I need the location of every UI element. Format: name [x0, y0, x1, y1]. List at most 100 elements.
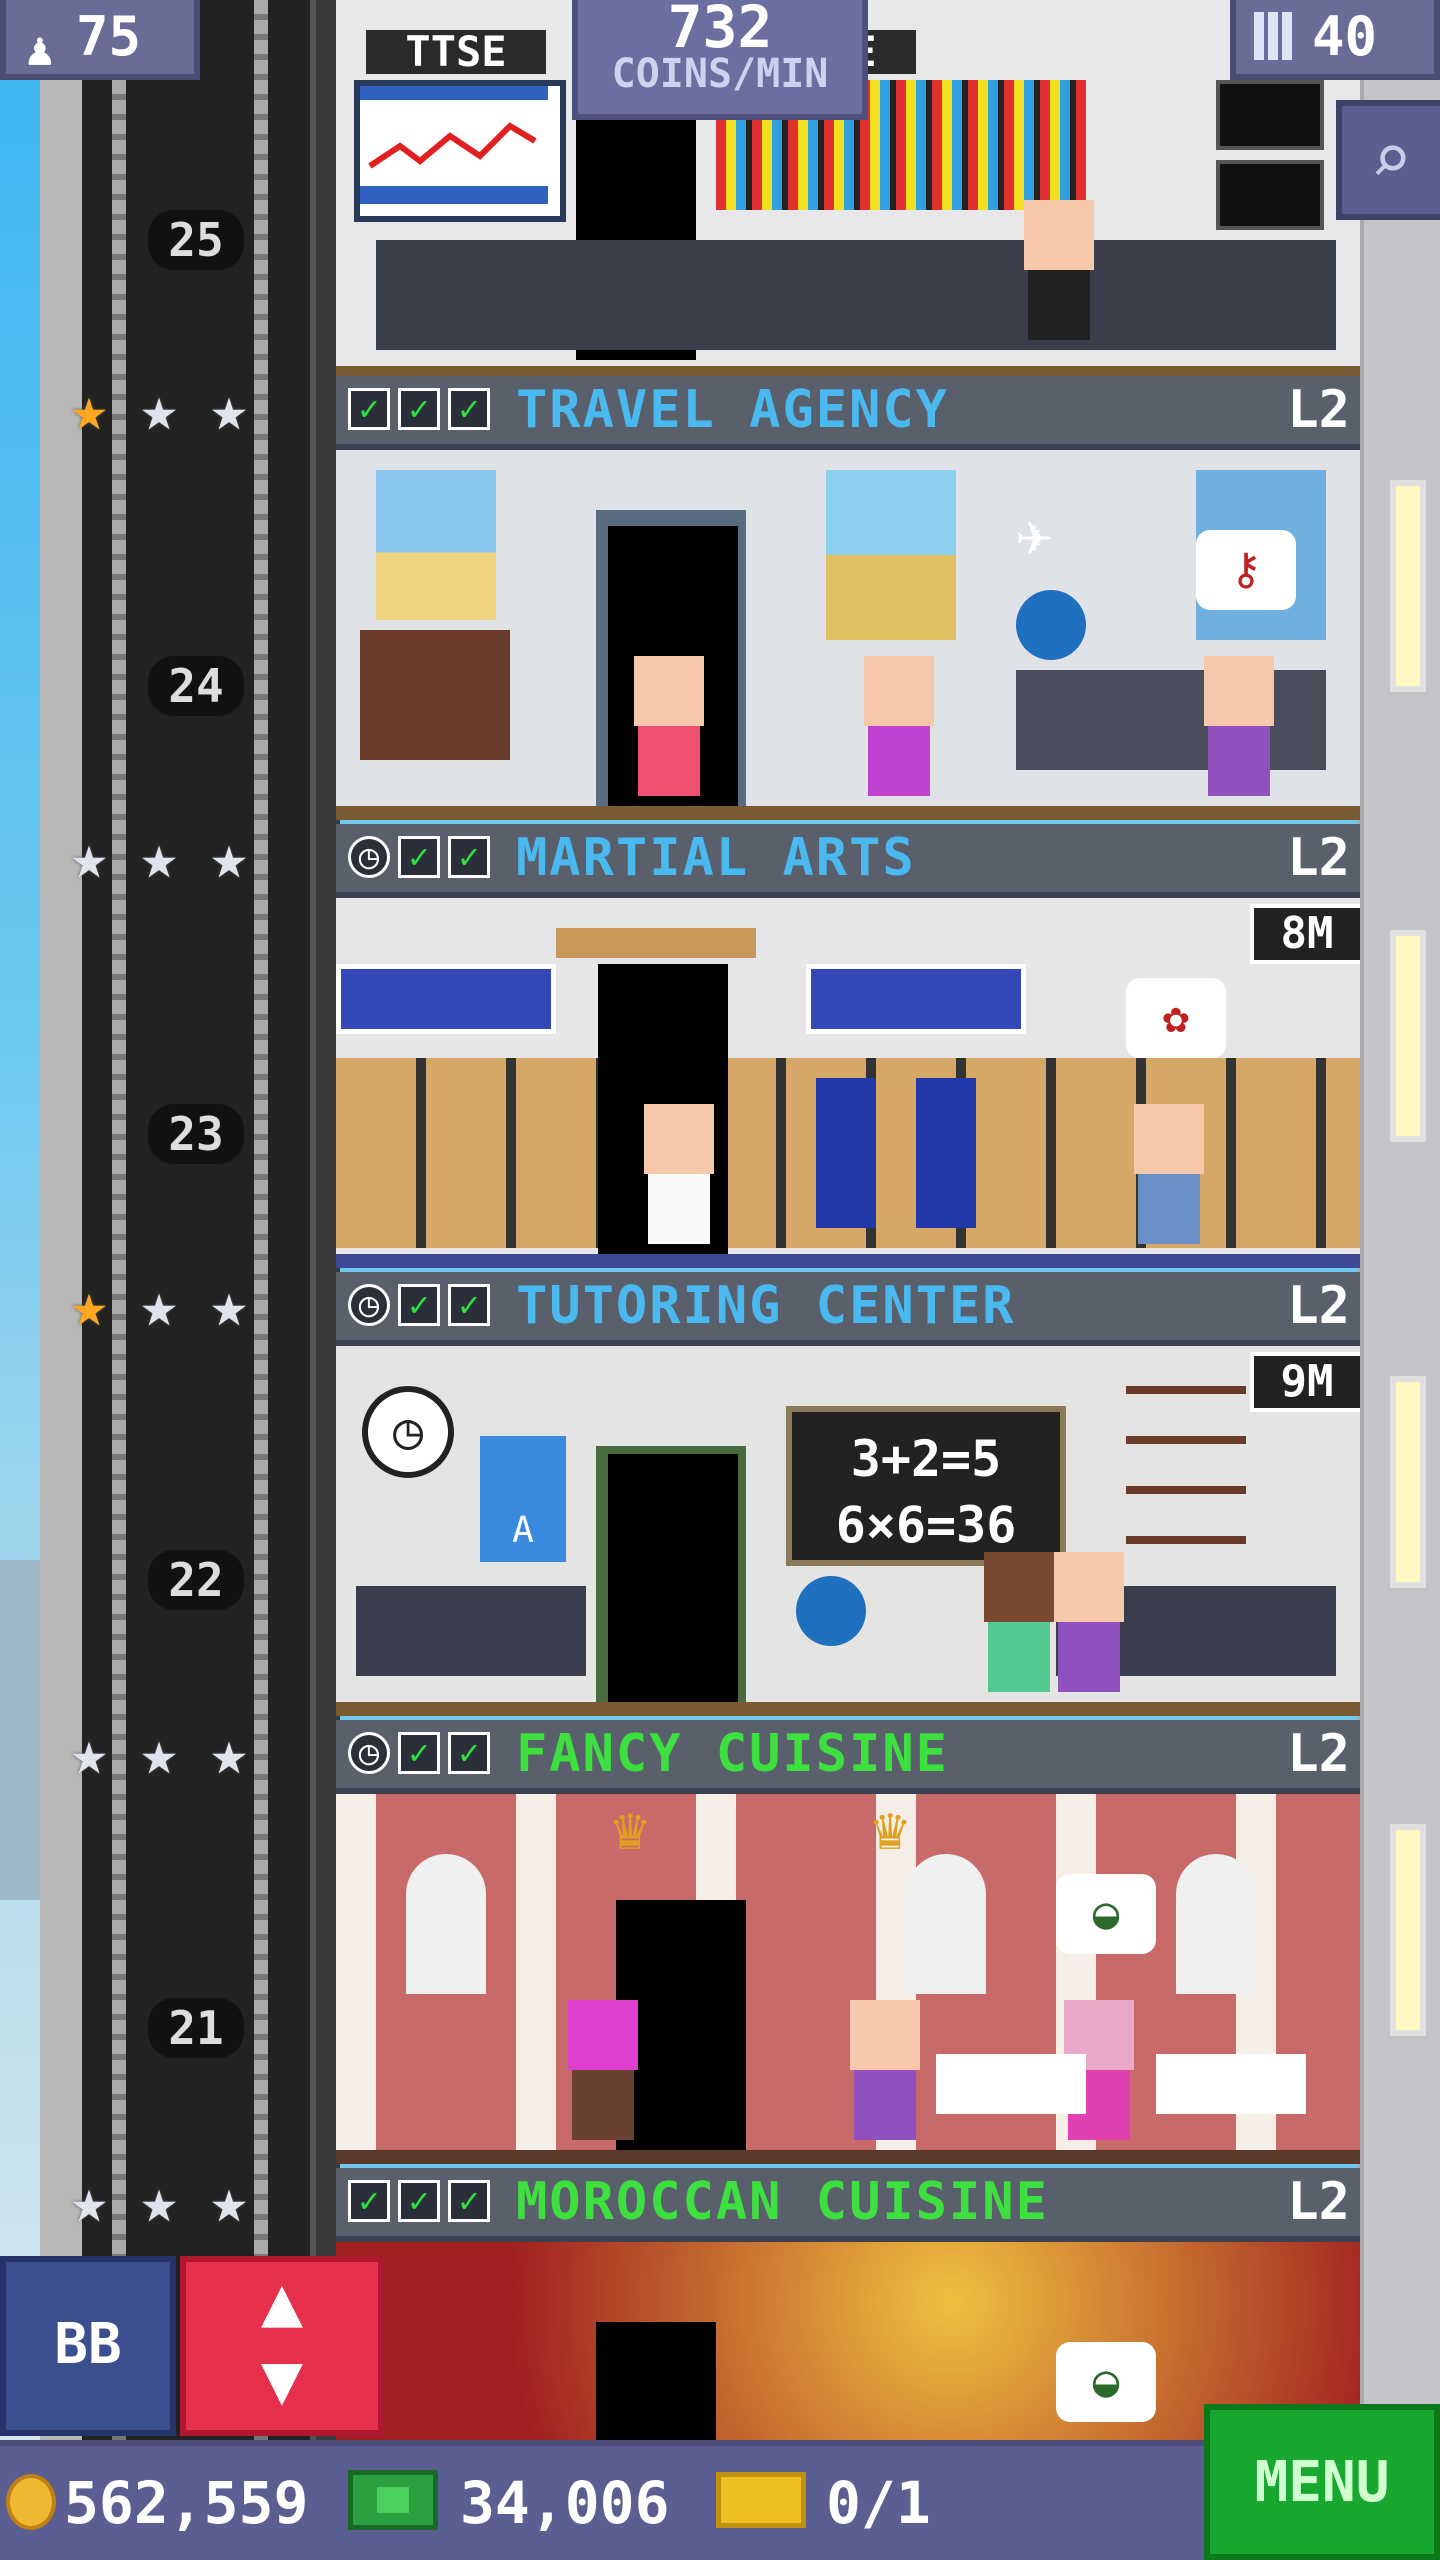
room-interior[interactable]: 8M ✿: [336, 898, 1360, 1268]
menu-button[interactable]: MENU: [1204, 2404, 1440, 2560]
population-value: 75: [76, 5, 142, 68]
employee-character[interactable]: [1196, 656, 1282, 806]
floor-level: L2: [1287, 2172, 1350, 2232]
window: [1390, 1376, 1426, 1588]
floors-counter[interactable]: 40: [1230, 0, 1440, 80]
floor-fancy-cuisine[interactable]: ◷ ✓ ✓ FANCY CUISINE L2 8M ♛ ♛ ◒: [336, 1720, 1360, 2168]
floor-level: L2: [1287, 1724, 1350, 1784]
population-counter[interactable]: ♟ 75: [0, 0, 200, 80]
star-rating: ★ ★ ★: [58, 826, 318, 896]
person-icon: ♟: [26, 22, 54, 76]
room-interior[interactable]: 9M ◷ A 3+2=5 6×6=36: [336, 1346, 1360, 1716]
monitor-green: [1216, 80, 1324, 150]
floor-tutoring-center[interactable]: ◷ ✓ ✓ TUTORING CENTER L2 9M ◷ A 3+2=5 6×…: [336, 1272, 1360, 1720]
restock-timer: 8M: [1250, 904, 1360, 964]
dining-table: [936, 2054, 1086, 2114]
businessman-character[interactable]: [1016, 200, 1102, 350]
speech-bubble-key-icon[interactable]: ⚷: [1196, 530, 1296, 610]
coins-value: 562,559: [64, 2469, 309, 2537]
building-right-wall: [1358, 0, 1440, 2440]
star-icon: ★: [70, 1716, 108, 1789]
punching-bag: [916, 1078, 976, 1228]
elevator-shaft[interactable]: [40, 0, 340, 2440]
floor-number-25: 25: [148, 210, 244, 270]
student-character[interactable]: [1046, 1552, 1132, 1702]
floor-base: [336, 1254, 1360, 1268]
visitor-character[interactable]: [626, 656, 712, 806]
diner-character[interactable]: [842, 2000, 928, 2150]
shaft-frame-left: [40, 0, 82, 2440]
employee-character[interactable]: [856, 656, 942, 806]
floor-banner[interactable]: ✓ ✓ ✓ MOROCCAN CUISINE L2: [336, 2168, 1360, 2242]
check-icon: ✓: [448, 388, 490, 430]
visitor-character[interactable]: [1126, 1104, 1212, 1254]
coins-per-minute: 732 COINS/MIN: [572, 0, 868, 120]
star-icon: ★: [210, 2164, 248, 2237]
floor-number-22: 22: [148, 1550, 244, 1610]
floor-level: L2: [1287, 828, 1350, 888]
elevator-button[interactable]: ▲ ▼: [180, 2256, 384, 2436]
chandelier-icon: ♛: [612, 1794, 649, 1864]
building-icon: [1254, 12, 1294, 60]
speech-bubble-dish-icon[interactable]: ◒: [1056, 2342, 1156, 2422]
clock-icon: ◷: [348, 836, 390, 878]
floor-banner[interactable]: ◷ ✓ ✓ FANCY CUISINE L2: [336, 1720, 1360, 1794]
speech-bubble-ribbon-icon[interactable]: ✿: [1126, 978, 1226, 1058]
elevator-door: [596, 2322, 716, 2440]
check-icon: ✓: [398, 388, 440, 430]
check-icon: ✓: [398, 1732, 440, 1774]
airplane-icon: ✈: [1016, 500, 1053, 570]
dojo-banner: [806, 964, 1026, 1034]
floor-banner[interactable]: ◷ ✓ ✓ TUTORING CENTER L2: [336, 1272, 1360, 1346]
magnifier-icon: ⌕: [1369, 118, 1413, 200]
wall-clock-icon: ◷: [362, 1386, 454, 1478]
floor-name: FANCY CUISINE: [516, 1724, 949, 1784]
check-icon: ✓: [398, 2180, 440, 2222]
bookshelf: [1126, 1386, 1246, 1546]
background-building: [0, 1560, 40, 1900]
star-rating: ★ ★ ★: [58, 1722, 318, 1792]
floor-level: L2: [1287, 1276, 1350, 1336]
chandelier-icon: ♛: [872, 1794, 909, 1864]
visitor-character[interactable]: [560, 2000, 646, 2150]
ticket-icon: [716, 2472, 806, 2528]
floor-banner[interactable]: ✓ ✓ ✓ TRAVEL AGENCY L2: [336, 376, 1360, 450]
floor-martial-arts[interactable]: ◷ ✓ ✓ MARTIAL ARTS L2 8M ✿: [336, 824, 1360, 1272]
star-icon: ★: [140, 2164, 178, 2237]
star-icon: ★: [210, 372, 248, 445]
room-interior[interactable]: 8M ♛ ♛ ◒: [336, 1794, 1360, 2164]
floor-banner[interactable]: ◷ ✓ ✓ MARTIAL ARTS L2: [336, 824, 1360, 898]
speech-bubble-dish-icon[interactable]: ◒: [1056, 1874, 1156, 1954]
floor-moroccan-cuisine[interactable]: ✓ ✓ ✓ MOROCCAN CUISINE L2 ◒: [336, 2168, 1360, 2440]
floor-number-23: 23: [148, 1104, 244, 1164]
search-button[interactable]: ⌕: [1336, 100, 1440, 220]
floors-value: 40: [1312, 5, 1378, 68]
elevator-cable-left: [112, 0, 126, 2440]
restock-timer: 9M: [1250, 1352, 1360, 1412]
chalkboard-line: 3+2=5: [850, 1430, 1002, 1488]
arched-window: [406, 1854, 486, 1994]
check-icon: ✓: [348, 388, 390, 430]
study-desk: [356, 1586, 586, 1676]
star-icon: ★: [210, 1716, 248, 1789]
karate-character[interactable]: [636, 1104, 722, 1254]
star-icon: ★: [70, 2164, 108, 2237]
star-icon: ★: [210, 1268, 248, 1341]
star-icon: ★: [140, 372, 178, 445]
star-icon: ★: [70, 820, 108, 893]
elevator-door: [608, 1454, 738, 1702]
bitizen-book-button[interactable]: BB: [0, 2256, 176, 2436]
window: [1390, 1824, 1426, 2036]
floor-level: L2: [1287, 380, 1350, 440]
apple-poster: A: [480, 1436, 566, 1562]
floor-travel-agency[interactable]: ✓ ✓ ✓ TRAVEL AGENCY L2 ✈ ⚷: [336, 376, 1360, 824]
coins-per-minute-label: COINS/MIN: [611, 51, 829, 97]
chalkboard-line: 6×6=36: [835, 1496, 1017, 1554]
sign-ttse-left: TTSE: [366, 30, 546, 74]
arched-window: [1176, 1854, 1256, 1994]
elevator-cable-right: [254, 0, 268, 2440]
check-icon: ✓: [448, 836, 490, 878]
bux-value: 34,006: [460, 2469, 670, 2537]
star-icon: ★: [140, 1716, 178, 1789]
room-interior[interactable]: ✈ ⚷: [336, 450, 1360, 820]
